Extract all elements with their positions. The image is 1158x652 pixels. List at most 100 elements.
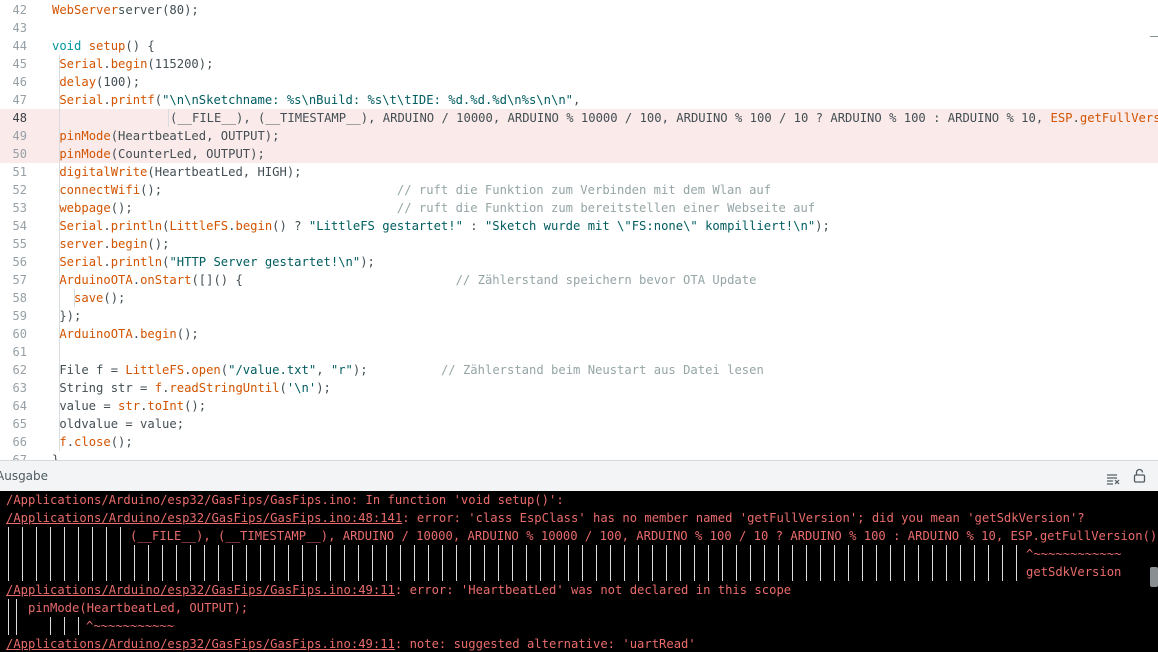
code-line[interactable]: 53 webpage(); // ruft die Funktion zum b…: [0, 199, 1158, 217]
code-text: ArduinoOTA.begin();: [52, 325, 198, 343]
line-number: 47: [12, 93, 27, 107]
clear-output-icon[interactable]: [1106, 470, 1120, 489]
code-token: begin: [110, 237, 148, 251]
console-indent-bar: [162, 545, 163, 563]
code-token: (: [154, 93, 163, 107]
code-line[interactable]: 64 value = str.toInt();: [0, 397, 1158, 415]
code-line[interactable]: 55 server.begin();: [0, 235, 1158, 253]
code-token: onStart: [140, 273, 192, 287]
console-indent-bar: [652, 563, 653, 581]
console-indent-bar: [22, 527, 23, 545]
code-line[interactable]: 57 ArduinoOTA.onStart([]() { // Zählerst…: [0, 271, 1158, 289]
code-token: .: [132, 327, 141, 341]
code-token: readStringUntil: [169, 381, 280, 395]
code-line[interactable]: 56 Serial.println("HTTP Server gestartet…: [0, 253, 1158, 271]
code-line[interactable]: 52 connectWifi(); // ruft die Funktion z…: [0, 181, 1158, 199]
console-indent-bar: [750, 545, 751, 563]
code-text: WebServerserver(80);: [52, 1, 199, 19]
code-token: "Sketch wurde mit \"FS:none\" kompillier…: [484, 219, 816, 233]
code-line[interactable]: 62 File f = LittleFS.open("/value.txt", …: [0, 361, 1158, 379]
console-indent-bar: [526, 563, 527, 581]
console-indent-bar: [540, 545, 541, 563]
console-indent-bar: [232, 545, 233, 563]
console-indent-bar: [582, 563, 583, 581]
console-indent-bar: [568, 563, 569, 581]
code-token: );: [815, 219, 830, 233]
console-indent-bar: [246, 545, 247, 563]
console-file-path[interactable]: /Applications/Arduino/esp32/GasFips/GasF…: [6, 511, 402, 525]
code-line[interactable]: 63 String str = f.readStringUntil('\n');: [0, 379, 1158, 397]
code-line[interactable]: 65 oldvalue = value;: [0, 415, 1158, 433]
console-indent-bar: [372, 545, 373, 563]
console-indent-bar: [8, 599, 9, 617]
console-indent-bar: [176, 545, 177, 563]
code-editor[interactable]: 42 WebServerserver(80); 43 44 void setup() {…: [0, 0, 1158, 460]
code-token: WebServer: [52, 3, 119, 17]
code-text: oldvalue = value;: [52, 415, 184, 433]
console-indent-bar: [22, 563, 23, 581]
console-indent-bar: [288, 545, 289, 563]
code-token: // ruft die Funktion zum Verbinden mit d…: [396, 183, 772, 197]
code-line[interactable]: 58 save();: [0, 289, 1158, 307]
console-indent-bar: [50, 563, 51, 581]
code-line[interactable]: 43: [0, 19, 1158, 37]
console-indent-bar: [386, 545, 387, 563]
code-line[interactable]: 50 pinMode(CounterLed, OUTPUT);: [0, 145, 1158, 163]
console-indent-bar: [162, 563, 163, 581]
console-indent-bar: [988, 563, 989, 581]
line-number: 66: [12, 435, 27, 449]
code-token: () ?: [272, 219, 309, 233]
console-file-path[interactable]: /Applications/Arduino/esp32/GasFips/GasF…: [6, 637, 395, 651]
console-indent-bar: [904, 545, 905, 563]
code-line[interactable]: 54 Serial.println(LittleFS.begin() ? "Li…: [0, 217, 1158, 235]
code-line[interactable]: 42 WebServerserver(80);: [0, 1, 1158, 19]
console-indent-bar: [806, 545, 807, 563]
code-line[interactable]: 66 f.close();: [0, 433, 1158, 451]
code-token: ();: [147, 237, 170, 251]
code-token: void: [52, 39, 82, 53]
code-token: server: [59, 237, 104, 251]
output-panel-header: Ausgabe: [0, 460, 1158, 491]
code-line[interactable]: 45 Serial.begin(115200);: [0, 55, 1158, 73]
console-message: : error: 'HeartbeatLed' was not declared…: [394, 583, 792, 597]
console-indent-bar: [50, 545, 51, 563]
console-message: : error: 'class EspClass' has no member …: [402, 511, 1085, 525]
code-text: void setup() {: [52, 37, 155, 55]
code-text: save();: [52, 289, 125, 307]
code-line[interactable]: 48 (__FILE__), (__TIMESTAMP__), ARDUINO /…: [0, 109, 1158, 127]
console-indent-bar: [386, 563, 387, 581]
console-indent-bar: [834, 545, 835, 563]
code-line[interactable]: 67}: [0, 451, 1158, 460]
console-indent-bar: [470, 563, 471, 581]
code-line[interactable]: 49 pinMode(HeartbeatLed, OUTPUT);: [0, 127, 1158, 145]
code-text: pinMode(CounterLed, OUTPUT);: [52, 145, 264, 163]
code-line[interactable]: 60 ArduinoOTA.begin();: [0, 325, 1158, 343]
console-indent-bar: [708, 545, 709, 563]
console-scrollbar[interactable]: [1150, 567, 1158, 587]
scroll-lock-icon[interactable]: [1133, 468, 1146, 487]
console-indent-bar: [204, 563, 205, 581]
code-line[interactable]: 59 });: [0, 307, 1158, 325]
console-indent-bar: [862, 545, 863, 563]
console-indent-bar: [890, 563, 891, 581]
code-line[interactable]: 47 Serial.printf("\n\nSketchname: %s\nBu…: [0, 91, 1158, 109]
output-console[interactable]: /Applications/Arduino/esp32/GasFips/GasF…: [0, 491, 1158, 652]
console-indent-bar: [316, 563, 317, 581]
code-line[interactable]: 46 delay(100);: [0, 73, 1158, 91]
code-token: println: [110, 255, 163, 269]
console-file-path[interactable]: /Applications/Arduino/esp32/GasFips/GasF…: [6, 583, 395, 597]
code-line[interactable]: 51 digitalWrite(HeartbeatLed, HIGH);: [0, 163, 1158, 181]
console-indent-bar: [134, 563, 135, 581]
console-indent-bar: [64, 563, 65, 581]
console-indent-bar: [78, 563, 79, 581]
console-indent-bar: [414, 563, 415, 581]
console-indent-bar: [680, 545, 681, 563]
code-line[interactable]: 61: [0, 343, 1158, 361]
code-token: .: [103, 57, 111, 71]
console-message: (__FILE__), (__TIMESTAMP__), ARDUINO / 1…: [130, 529, 1158, 543]
console-indent-bar: [344, 545, 345, 563]
console-indent-bar: [512, 545, 513, 563]
code-line[interactable]: 44 void setup() {: [0, 37, 1158, 55]
console-indent-bar: [946, 563, 947, 581]
